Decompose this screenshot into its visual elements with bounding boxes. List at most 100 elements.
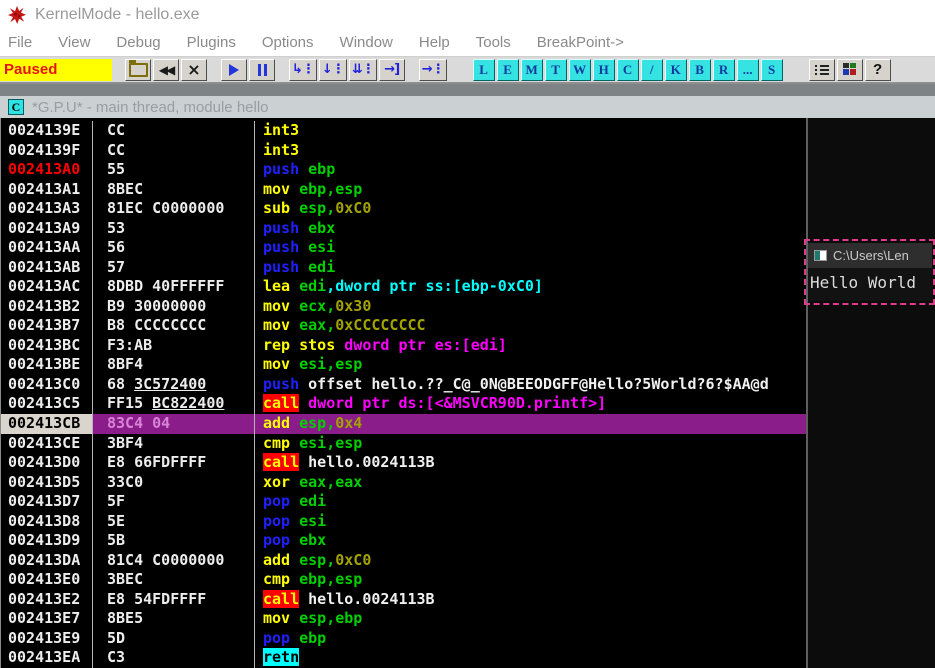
- disasm-row[interactable]: 002413E78BE5mov esp,ebp: [1, 609, 806, 629]
- bytes-cell: CC: [93, 141, 255, 161]
- disasm-row[interactable]: 002413E03BECcmp ebp,esp: [1, 570, 806, 590]
- menu-item-tools[interactable]: Tools: [463, 34, 524, 51]
- appearance-button[interactable]: [837, 59, 863, 81]
- instruction-cell: cmp ebp,esp: [255, 570, 806, 590]
- instruction-cell: xor eax,eax: [255, 473, 806, 493]
- instruction-cell: push offset hello.??_C@_0N@BEEODGFF@Hell…: [255, 375, 806, 395]
- bytes-cell: 5E: [93, 512, 255, 532]
- disasm-rows: 0024139ECCint30024139FCCint3002413A055pu…: [1, 121, 806, 668]
- title-bar: KernelMode - hello.exe: [0, 0, 935, 29]
- step-into-button[interactable]: ↳⋮: [289, 59, 317, 81]
- close-debuggee-button[interactable]: ×: [181, 59, 207, 81]
- execute-till-return-icon: →⋮: [422, 63, 444, 76]
- instruction-cell: push ebx: [255, 219, 806, 239]
- disasm-row[interactable]: 002413C068 3C572400push offset hello.??_…: [1, 375, 806, 395]
- disasm-row[interactable]: 002413E95Dpop ebp: [1, 629, 806, 649]
- view-button-dots[interactable]: ...: [737, 59, 759, 81]
- menu-bar: FileViewDebugPluginsOptionsWindowHelpToo…: [0, 29, 935, 56]
- bytes-cell: 33C0: [93, 473, 255, 493]
- view-button-S[interactable]: S: [761, 59, 783, 81]
- menu-item-file[interactable]: File: [0, 34, 45, 51]
- disasm-row[interactable]: 002413D85Epop esi: [1, 512, 806, 532]
- address-cell: 002413BC: [1, 336, 93, 356]
- view-button-T[interactable]: T: [545, 59, 567, 81]
- status-badge: Paused: [0, 59, 112, 81]
- address-cell: 002413D8: [1, 512, 93, 532]
- execute-till-return-button[interactable]: →⋮: [419, 59, 447, 81]
- disasm-row[interactable]: 002413AB57push edi: [1, 258, 806, 278]
- menu-item-plugins[interactable]: Plugins: [174, 34, 249, 51]
- cpu-tab-label: *G.P.U* - main thread, module hello: [32, 99, 269, 116]
- address-cell: 002413E2: [1, 590, 93, 610]
- console-title-bar[interactable]: C:\Users\Len: [808, 243, 932, 268]
- disasm-row[interactable]: 0024139ECCint3: [1, 121, 806, 141]
- instruction-cell: int3: [255, 141, 806, 161]
- view-button-slash[interactable]: /: [641, 59, 663, 81]
- address-cell: 002413CE: [1, 434, 93, 454]
- disasm-row[interactable]: 002413B2B9 30000000mov ecx,0x30: [1, 297, 806, 317]
- disassembly-view[interactable]: 0024139ECCint30024139FCCint3002413A055pu…: [0, 118, 806, 668]
- instruction-cell: call dword ptr ds:[<&MSVCR90D.printf>]: [255, 394, 806, 414]
- view-button-W[interactable]: W: [569, 59, 591, 81]
- view-button-K[interactable]: K: [665, 59, 687, 81]
- disasm-row[interactable]: 002413B7B8 CCCCCCCCmov eax,0xCCCCCCCC: [1, 316, 806, 336]
- restart-button[interactable]: ◀◀: [153, 59, 179, 81]
- address-cell: 002413A0: [1, 160, 93, 180]
- run-button[interactable]: [221, 59, 247, 81]
- disasm-row[interactable]: 002413BCF3:ABrep stos dword ptr es:[edi]: [1, 336, 806, 356]
- address-cell: 002413AA: [1, 238, 93, 258]
- disasm-row[interactable]: 002413CB83C4 04add esp,0x4: [1, 414, 806, 434]
- menu-item-options[interactable]: Options: [249, 34, 327, 51]
- disasm-row[interactable]: 002413DA81C4 C0000000add esp,0xC0: [1, 551, 806, 571]
- help-button[interactable]: ?: [865, 59, 891, 81]
- disasm-row[interactable]: 002413D0E8 66FDFFFFcall hello.0024113B: [1, 453, 806, 473]
- menu-item-breakpoint[interactable]: BreakPoint->: [524, 34, 637, 51]
- menu-item-view[interactable]: View: [45, 34, 103, 51]
- disasm-row[interactable]: 002413A953push ebx: [1, 219, 806, 239]
- instruction-cell: sub esp,0xC0: [255, 199, 806, 219]
- step-out-button[interactable]: ⇊⋮: [349, 59, 377, 81]
- disasm-row[interactable]: 002413AA56push esi: [1, 238, 806, 258]
- menu-item-debug[interactable]: Debug: [103, 34, 173, 51]
- disasm-row[interactable]: 002413A381EC C0000000sub esp,0xC0: [1, 199, 806, 219]
- pause-button[interactable]: [249, 59, 275, 81]
- disasm-row[interactable]: 0024139FCCint3: [1, 141, 806, 161]
- view-button-H[interactable]: H: [593, 59, 615, 81]
- bytes-cell: CC: [93, 121, 255, 141]
- view-button-M[interactable]: M: [521, 59, 543, 81]
- view-button-C[interactable]: C: [617, 59, 639, 81]
- instruction-cell: add esp,0xC0: [255, 551, 806, 571]
- disasm-row[interactable]: 002413C5FF15 BC822400call dword ptr ds:[…: [1, 394, 806, 414]
- instruction-cell: pop edi: [255, 492, 806, 512]
- address-cell: 0024139F: [1, 141, 93, 161]
- disasm-row[interactable]: 002413D95Bpop ebx: [1, 531, 806, 551]
- disasm-row[interactable]: 002413CE3BF4cmp esi,esp: [1, 434, 806, 454]
- menu-item-help[interactable]: Help: [406, 34, 463, 51]
- bytes-cell: 3BEC: [93, 570, 255, 590]
- disasm-row[interactable]: 002413AC8DBD 40FFFFFFlea edi,dword ptr s…: [1, 277, 806, 297]
- console-title-text: C:\Users\Len: [833, 248, 909, 263]
- disasm-row[interactable]: 002413D75Fpop edi: [1, 492, 806, 512]
- view-button-E[interactable]: E: [497, 59, 519, 81]
- step-over-button[interactable]: ↓⋮: [319, 59, 347, 81]
- disasm-row[interactable]: 002413BE8BF4mov esi,esp: [1, 355, 806, 375]
- bytes-cell: B9 30000000: [93, 297, 255, 317]
- bytes-cell: 8DBD 40FFFFFF: [93, 277, 255, 297]
- view-button-R[interactable]: R: [713, 59, 735, 81]
- instruction-cell: lea edi,dword ptr ss:[ebp-0xC0]: [255, 277, 806, 297]
- log-button[interactable]: [809, 59, 835, 81]
- open-file-button[interactable]: [125, 59, 151, 81]
- instruction-cell: pop ebp: [255, 629, 806, 649]
- disasm-row[interactable]: 002413E2E8 54FDFFFFcall hello.0024113B: [1, 590, 806, 610]
- disasm-row[interactable]: 002413EAC3retn: [1, 648, 806, 668]
- disasm-row[interactable]: 002413A055push ebp: [1, 160, 806, 180]
- main-toolbar: Paused ◀◀ × ↳⋮ ↓⋮ ⇊⋮ →] →⋮ LEMTWHC/KBR..…: [0, 56, 935, 84]
- menu-item-window[interactable]: Window: [327, 34, 406, 51]
- view-button-B[interactable]: B: [689, 59, 711, 81]
- cpu-tab[interactable]: C *G.P.U* - main thread, module hello: [0, 96, 935, 118]
- view-button-L[interactable]: L: [473, 59, 495, 81]
- run-to-cursor-button[interactable]: →]: [379, 59, 405, 81]
- address-cell: 002413D0: [1, 453, 93, 473]
- disasm-row[interactable]: 002413A18BECmov ebp,esp: [1, 180, 806, 200]
- disasm-row[interactable]: 002413D533C0xor eax,eax: [1, 473, 806, 493]
